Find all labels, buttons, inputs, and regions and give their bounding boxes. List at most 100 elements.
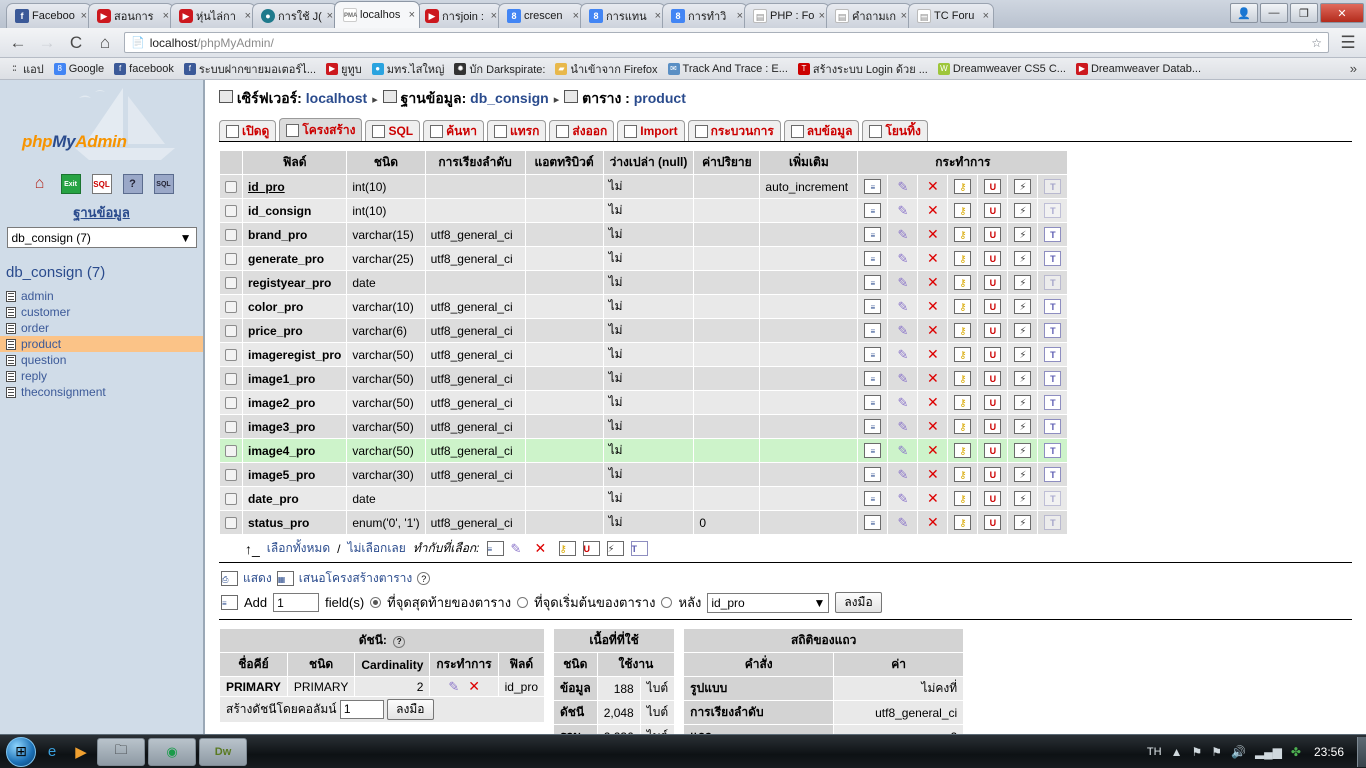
add-field-go-button[interactable]: ลงมือ <box>835 592 882 613</box>
row-checkbox[interactable] <box>225 205 237 218</box>
drop-column-icon[interactable]: ✕ <box>924 395 941 410</box>
table-row[interactable]: date_pro date ไม่ ≡ ✎ ✕ ⚷ U ⚡ T <box>219 486 1069 511</box>
bookmark-5[interactable]: ● มทร.ไสใหญ่ <box>369 59 448 79</box>
row-checkbox-cell[interactable] <box>219 246 243 271</box>
sidebar-table-product[interactable]: product <box>0 336 203 352</box>
bookmark-2[interactable]: f facebook <box>111 62 177 76</box>
action-cell-unique-index-icon[interactable]: U <box>977 438 1009 463</box>
table-row[interactable]: image2_pro varchar(50) utf8_general_ci ไม่ ≡… <box>219 390 1069 415</box>
action-cell-browse-distinct-icon[interactable]: ≡ <box>857 438 889 463</box>
media-player-icon[interactable]: ▶ <box>68 739 94 765</box>
index-icon[interactable]: ⚡ <box>1014 299 1032 314</box>
browse-distinct-icon[interactable]: ≡ <box>864 299 882 314</box>
action-cell-edit-pencil-icon[interactable]: ✎ <box>887 318 919 343</box>
fulltext-icon[interactable]: T <box>1044 467 1062 482</box>
action-cell-drop-column-icon[interactable]: ✕ <box>917 294 949 319</box>
action-cell-unique-index-icon[interactable]: U <box>977 270 1009 295</box>
primary-key-icon[interactable]: ⚷ <box>954 323 972 338</box>
action-cell-primary-key-icon[interactable]: ⚷ <box>947 390 979 415</box>
action-cell-primary-key-icon[interactable]: ⚷ <box>947 462 979 487</box>
bookmark-star-icon[interactable]: ☆ <box>1311 36 1322 50</box>
drop-column-icon[interactable]: ✕ <box>924 515 941 530</box>
minimize-button[interactable]: — <box>1260 3 1288 23</box>
action-cell-drop-column-icon[interactable]: ✕ <box>917 342 949 367</box>
action-cell-unique-index-icon[interactable]: U <box>977 174 1009 199</box>
pma-tab-3[interactable]: ค้นหา <box>423 120 485 141</box>
help-icon[interactable]: ? <box>122 174 143 194</box>
action-cell-primary-key-icon[interactable]: ⚷ <box>947 438 979 463</box>
row-checkbox-cell[interactable] <box>219 438 243 463</box>
action-cell-edit-pencil-icon[interactable]: ✎ <box>887 270 919 295</box>
close-tab-icon[interactable]: × <box>899 10 907 22</box>
radio-at-end-of-table[interactable] <box>370 597 382 608</box>
action-cell-primary-key-icon[interactable]: ⚷ <box>947 174 979 199</box>
row-checkbox-cell[interactable] <box>219 510 243 535</box>
sidebar-table-question[interactable]: question <box>0 352 203 368</box>
edit-pencil-icon[interactable]: ✎ <box>894 515 911 530</box>
breadcrumb-item-0[interactable]: เซิร์ฟเวอร์: localhost <box>219 88 367 110</box>
fulltext-icon[interactable]: T <box>1044 395 1062 410</box>
radio-at-beginning-of-table[interactable] <box>517 597 529 608</box>
action-cell-browse-distinct-icon[interactable]: ≡ <box>857 174 889 199</box>
bookmarks-overflow-icon[interactable]: » <box>1350 61 1361 76</box>
table-row[interactable]: status_pro enum('0', '1') utf8_general_ci ไ… <box>219 510 1069 535</box>
row-checkbox[interactable] <box>225 301 237 314</box>
pma-tab-4[interactable]: แทรก <box>487 120 547 141</box>
action-cell-fulltext-icon[interactable]: T <box>1037 294 1069 319</box>
fulltext-icon[interactable]: T <box>1044 371 1062 386</box>
action-cell-drop-column-icon[interactable]: ✕ <box>917 246 949 271</box>
bookmark-9[interactable]: T สร้างระบบ Login ด้วย ... <box>795 59 931 79</box>
after-field-select[interactable]: id_pro ▼ <box>707 592 830 613</box>
browse-distinct-icon[interactable]: ≡ <box>864 467 882 482</box>
browse-distinct-icon[interactable]: ≡ <box>864 395 882 410</box>
drop-column-icon[interactable]: ✕ <box>924 347 941 362</box>
row-checkbox[interactable] <box>225 181 237 194</box>
fulltext-icon[interactable]: T <box>1044 323 1062 338</box>
action-cell-primary-key-icon[interactable]: ⚷ <box>947 246 979 271</box>
help-icon[interactable]: ? <box>417 572 431 585</box>
action-cell-edit-pencil-icon[interactable]: ✎ <box>887 222 919 247</box>
browser-tab-1[interactable]: ▶ สอนการ × <box>88 3 174 28</box>
action-cell-drop-column-icon[interactable]: ✕ <box>917 270 949 295</box>
edit-pencil-icon[interactable]: ✎ <box>894 323 911 338</box>
action-cell-browse-distinct-icon[interactable]: ≡ <box>857 366 889 391</box>
close-tab-icon[interactable]: × <box>981 10 989 22</box>
action-cell-index-icon[interactable]: ⚡ <box>1007 438 1039 463</box>
close-tab-icon[interactable]: × <box>161 10 169 22</box>
action-cell-unique-index-icon[interactable]: U <box>977 510 1009 535</box>
index-icon[interactable]: ⚡ <box>1014 443 1032 458</box>
action-cell-browse-distinct-icon[interactable]: ≡ <box>857 510 889 535</box>
drop-index-icon[interactable]: ✕ <box>466 679 483 694</box>
action-cell-fulltext-icon[interactable]: T <box>1037 246 1069 271</box>
table-row[interactable]: brand_pro varchar(15) utf8_general_ci ไม่ ≡ ✎… <box>219 222 1069 247</box>
action-cell-edit-pencil-icon[interactable]: ✎ <box>887 486 919 511</box>
table-row[interactable]: id_pro int(10) ไม่ auto_increment ≡ ✎ ✕ ⚷ U ⚡ T <box>219 174 1069 199</box>
table-row[interactable]: registyear_pro date ไม่ ≡ ✎ ✕ ⚷ U ⚡ T <box>219 270 1069 295</box>
close-tab-icon[interactable]: × <box>243 10 251 22</box>
sql-help-icon[interactable]: SQL <box>153 174 174 194</box>
fulltext-icon[interactable]: T <box>1044 227 1062 242</box>
drop-column-icon[interactable]: ✕ <box>924 299 941 314</box>
drop-column-icon[interactable]: ✕ <box>924 251 941 266</box>
primary-key-icon[interactable]: ⚷ <box>954 299 972 314</box>
primary-key-icon[interactable]: ⚷ <box>954 251 972 266</box>
index-icon[interactable]: ⚡ <box>1014 347 1032 362</box>
unique-index-icon[interactable]: U <box>984 419 1002 434</box>
file-explorer-taskbar-item[interactable]: 🗀 <box>97 737 145 766</box>
fulltext-icon[interactable]: T <box>1044 515 1062 530</box>
action-cell-drop-column-icon[interactable]: ✕ <box>917 462 949 487</box>
row-checkbox[interactable] <box>225 445 237 458</box>
maximize-button[interactable]: ❐ <box>1290 3 1318 23</box>
drop-column-icon[interactable]: ✕ <box>924 443 941 458</box>
primary-key-icon[interactable]: ⚷ <box>954 347 972 362</box>
start-button[interactable]: ⊞ <box>6 736 36 767</box>
action-cell-index-icon[interactable]: ⚡ <box>1007 462 1039 487</box>
action-cell-drop-column-icon[interactable]: ✕ <box>917 174 949 199</box>
fulltext-icon[interactable]: T <box>1044 443 1062 458</box>
drop-column-icon[interactable]: ✕ <box>924 467 941 482</box>
primary-key-icon[interactable]: ⚷ <box>954 203 972 218</box>
fulltext-icon[interactable]: T <box>630 541 648 556</box>
edit-pencil-icon[interactable]: ✎ <box>894 443 911 458</box>
pma-tab-2[interactable]: SQL <box>365 120 421 141</box>
action-cell-primary-key-icon[interactable]: ⚷ <box>947 294 979 319</box>
